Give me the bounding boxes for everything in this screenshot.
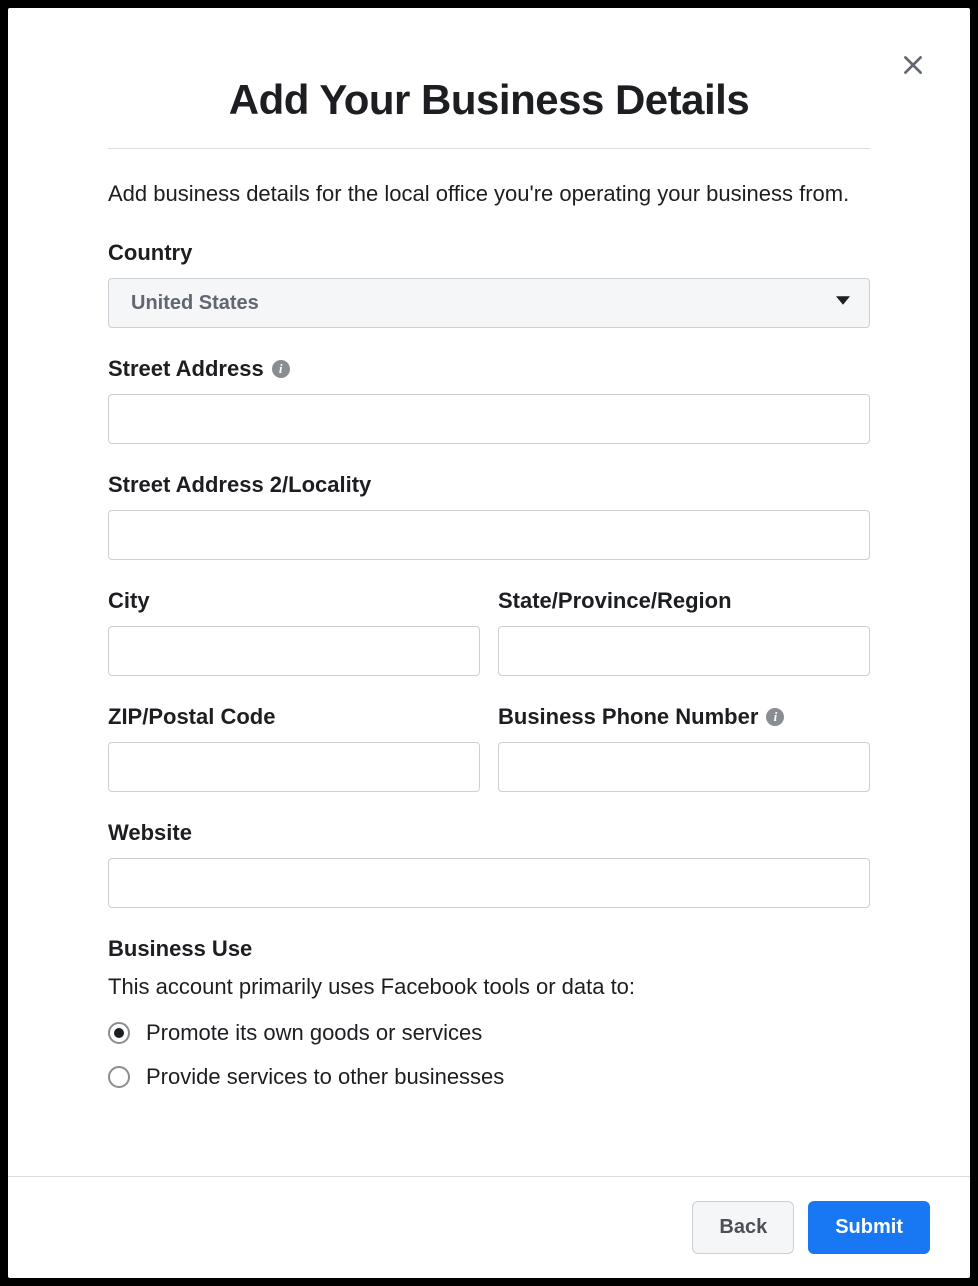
modal-title: Add Your Business Details bbox=[108, 76, 870, 124]
street2-group: Street Address 2/Locality bbox=[108, 472, 870, 560]
close-icon bbox=[900, 52, 926, 78]
city-input[interactable] bbox=[108, 626, 480, 676]
info-icon[interactable]: i bbox=[272, 360, 290, 378]
radio-circle-icon bbox=[108, 1066, 130, 1088]
street1-input[interactable] bbox=[108, 394, 870, 444]
modal-subtitle: Add business details for the local offic… bbox=[108, 177, 870, 210]
radio-promote[interactable]: Promote its own goods or services bbox=[108, 1020, 870, 1046]
modal-content: Add Your Business Details Add business d… bbox=[8, 8, 970, 1176]
zip-input[interactable] bbox=[108, 742, 480, 792]
city-group: City bbox=[108, 588, 480, 676]
website-group: Website bbox=[108, 820, 870, 908]
back-button[interactable]: Back bbox=[692, 1201, 794, 1254]
street1-label: Street Address bbox=[108, 356, 264, 382]
radio-provide-label: Provide services to other businesses bbox=[146, 1064, 504, 1090]
state-label: State/Province/Region bbox=[498, 588, 870, 614]
street1-group: Street Address i bbox=[108, 356, 870, 444]
country-selected-value: United States bbox=[131, 292, 259, 315]
radio-promote-label: Promote its own goods or services bbox=[146, 1020, 482, 1046]
country-select[interactable]: United States bbox=[108, 278, 870, 328]
zip-label: ZIP/Postal Code bbox=[108, 704, 480, 730]
divider bbox=[108, 148, 870, 149]
country-label: Country bbox=[108, 240, 870, 266]
close-button[interactable] bbox=[900, 52, 926, 78]
business-use-group: Business Use This account primarily uses… bbox=[108, 936, 870, 1090]
radio-circle-icon bbox=[108, 1022, 130, 1044]
business-details-modal: Add Your Business Details Add business d… bbox=[8, 8, 970, 1278]
street2-label: Street Address 2/Locality bbox=[108, 472, 870, 498]
country-select-wrapper: United States bbox=[108, 278, 870, 328]
street2-input[interactable] bbox=[108, 510, 870, 560]
phone-group: Business Phone Number i bbox=[498, 704, 870, 792]
website-label: Website bbox=[108, 820, 870, 846]
business-use-prompt: This account primarily uses Facebook too… bbox=[108, 974, 870, 1000]
phone-input[interactable] bbox=[498, 742, 870, 792]
state-input[interactable] bbox=[498, 626, 870, 676]
business-use-radio-group: Promote its own goods or services Provid… bbox=[108, 1020, 870, 1090]
website-input[interactable] bbox=[108, 858, 870, 908]
radio-provide[interactable]: Provide services to other businesses bbox=[108, 1064, 870, 1090]
submit-button[interactable]: Submit bbox=[808, 1201, 930, 1254]
city-label: City bbox=[108, 588, 480, 614]
modal-footer: Back Submit bbox=[8, 1176, 970, 1278]
phone-label: Business Phone Number bbox=[498, 704, 758, 730]
business-use-label: Business Use bbox=[108, 936, 870, 962]
country-group: Country United States bbox=[108, 240, 870, 328]
info-icon[interactable]: i bbox=[766, 708, 784, 726]
zip-group: ZIP/Postal Code bbox=[108, 704, 480, 792]
state-group: State/Province/Region bbox=[498, 588, 870, 676]
